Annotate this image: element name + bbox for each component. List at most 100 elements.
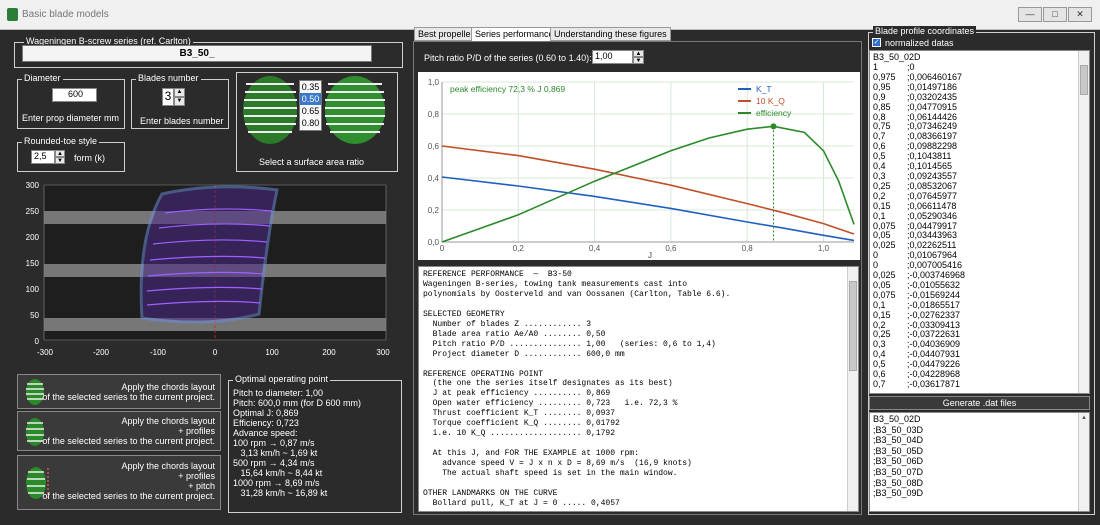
- apply-chords-profiles-pitch-button[interactable]: Apply the chords layout + profiles + pit…: [17, 455, 221, 510]
- area-ratio-option[interactable]: 0.35: [300, 81, 321, 93]
- performance-chart: 0 0,2 0,4 0,6 0,8 1,0 0,0 0,2 0,4 0,6 0,8 1,0 peak …: [418, 72, 860, 260]
- generated-file-item[interactable]: ;B3_50_09D: [873, 488, 1086, 499]
- area-ratio-option[interactable]: 0.80: [300, 117, 321, 129]
- chart-y-tick-label: 0,2: [428, 206, 440, 215]
- performance-report[interactable]: REFERENCE PERFORMANCE — B3-50 Wageningen…: [418, 266, 859, 512]
- chart-x-tick-label: 0,8: [742, 244, 754, 253]
- profile-group-label: Blade profile coordinates: [873, 26, 977, 36]
- operating-point-line: Pitch to diameter: 1,00: [233, 388, 324, 398]
- chart-peak-point: [770, 123, 777, 130]
- chart-y-tick-label: 0,6: [428, 142, 440, 151]
- rounded-toe-down-button[interactable]: ▼: [55, 157, 65, 164]
- operating-point-line: Pitch: 600,0 mm (for D 600 mm): [233, 398, 362, 408]
- pitch-ratio-input[interactable]: 1,00: [592, 50, 633, 64]
- chart-legend-label: efficiency: [756, 108, 792, 118]
- apply-button-line: of the selected series to the current pr…: [42, 491, 215, 501]
- generated-file-item[interactable]: ;B3_50_08D: [873, 478, 1086, 489]
- chart-legend-label: K_T: [756, 84, 772, 94]
- area-ratio-listbox[interactable]: 0.35 0.50 0.65 0.80: [299, 80, 322, 131]
- blade-plot-ytick: 100: [26, 285, 40, 294]
- operating-point-line: 100 rpm → 0,87 m/s: [233, 438, 315, 448]
- blade-plot-ytick: 150: [26, 259, 40, 268]
- normalized-checkbox[interactable]: ✓: [872, 38, 881, 47]
- blade-plot-xtick: -200: [93, 348, 110, 357]
- report-scrollbar[interactable]: [847, 267, 858, 511]
- blade-plot-xtick: -300: [37, 348, 54, 357]
- tab-best-propeller[interactable]: Best propeller: [414, 27, 478, 41]
- blade-plot-xtick: 200: [322, 348, 336, 357]
- profile-scrollbar[interactable]: [1078, 51, 1089, 393]
- operating-point-label: Optimal operating point: [233, 374, 331, 384]
- blades-group-label: Blades number: [136, 73, 201, 83]
- blades-up-button[interactable]: ▲: [174, 88, 185, 97]
- generated-file-item[interactable]: ;B3_50_07D: [873, 467, 1086, 478]
- generate-dat-files-button[interactable]: Generate .dat files: [869, 396, 1090, 410]
- rounded-toe-up-button[interactable]: ▲: [55, 150, 65, 157]
- report-text: REFERENCE PERFORMANCE — B3-50 Wageningen…: [423, 270, 731, 508]
- app-icon: [7, 8, 18, 21]
- pitch-ratio-up-button[interactable]: ▲: [633, 50, 644, 57]
- apply-button-line: + profiles: [178, 471, 215, 481]
- blade-plot-xtick: 0: [213, 348, 218, 357]
- apply-button-line: Apply the chords layout: [121, 416, 215, 426]
- area-ratio-option-selected[interactable]: 0.50: [300, 93, 321, 105]
- chart-y-tick-label: 1,0: [428, 78, 440, 87]
- blade-plot-xtick: 100: [265, 348, 279, 357]
- normalized-checkbox-label: normalized datas: [885, 38, 954, 48]
- profile-coordinates-list[interactable]: B3_50_02D 1 ;0 0,975 ;0,006460167 0,95 ;0,014…: [869, 50, 1090, 394]
- generated-file-item[interactable]: ;B3_50_03D: [873, 425, 1086, 436]
- diameter-group-label: Diameter: [22, 73, 63, 83]
- tab-series-performance[interactable]: Series performance: [471, 27, 558, 42]
- blade-plot-xtick: -100: [150, 348, 167, 357]
- chart-x-axis-label: J: [648, 251, 652, 260]
- rounded-toe-group-label: Rounded-toe style: [22, 136, 100, 146]
- chart-x-tick-label: 1,0: [818, 244, 830, 253]
- generated-files-list[interactable]: B3_50_02D ;B3_50_03D ;B3_50_04D ;B3_50_05D;…: [869, 412, 1090, 512]
- generated-file-item[interactable]: ;B3_50_06D: [873, 456, 1086, 467]
- apply-button-line: Apply the chords layout: [121, 382, 215, 392]
- operating-point-line: Optimal J: 0,869: [233, 408, 299, 418]
- rounded-toe-input[interactable]: 2,5: [31, 150, 55, 164]
- operating-point-values: Pitch to diameter: 1,00 Pitch: 600,0 mm …: [233, 388, 361, 498]
- chart-annotation: peak efficiency 72,3 % J 0,869: [450, 84, 565, 94]
- chart-x-tick-label: 0,2: [513, 244, 525, 253]
- generated-file-item[interactable]: ;B3_50_05D: [873, 446, 1086, 457]
- generated-file-item[interactable]: B3_50_02D: [873, 414, 1086, 425]
- chart-y-tick-label: 0,4: [428, 174, 440, 183]
- blade-stack-thumbnail: [243, 76, 297, 144]
- files-scrollbar[interactable]: ▲: [1078, 413, 1089, 511]
- tab-understanding-figures[interactable]: Understanding these figures: [550, 27, 671, 41]
- blades-input[interactable]: 3: [162, 88, 174, 106]
- operating-point-line: Advance speed:: [233, 428, 298, 438]
- apply-button-line: + pitch: [188, 481, 215, 491]
- profile-scroll-thumb[interactable]: [1080, 65, 1088, 95]
- apply-button-line: of the selected series to the current pr…: [42, 392, 215, 402]
- pitch-ratio-label: Pitch ratio P/D of the series (0.60 to 1…: [424, 53, 592, 63]
- profile-row: 0,7 ;-0,03617871: [873, 379, 961, 389]
- blade-plot-ytick: 50: [30, 311, 39, 320]
- chart-y-tick-label: 0,0: [428, 238, 440, 247]
- apply-button-line: Apply the chords layout: [121, 461, 215, 471]
- minimize-button[interactable]: —: [1018, 7, 1042, 22]
- apply-button-line: of the selected series to the current pr…: [42, 436, 215, 446]
- apply-chords-button[interactable]: Apply the chords layout of the selected …: [17, 374, 221, 409]
- apply-chords-profiles-button[interactable]: Apply the chords layout + profiles of th…: [17, 411, 221, 451]
- operating-point-line: 15,64 km/h ~ 8,44 kt: [233, 468, 323, 478]
- diameter-caption: Enter prop diameter mm: [22, 113, 120, 123]
- blade-plot-xtick: 300: [376, 348, 390, 357]
- close-button[interactable]: ✕: [1068, 7, 1092, 22]
- apply-button-line: + profiles: [178, 426, 215, 436]
- diameter-input[interactable]: 600: [52, 88, 97, 102]
- blade-plot-ytick: 250: [26, 207, 40, 216]
- area-ratio-option[interactable]: 0.65: [300, 105, 321, 117]
- area-ratio-caption: Select a surface area ratio: [259, 157, 365, 167]
- operating-point-line: 31,28 km/h ~ 16,89 kt: [233, 488, 328, 498]
- blades-down-button[interactable]: ▼: [174, 97, 185, 106]
- maximize-button[interactable]: □: [1043, 7, 1067, 22]
- report-scroll-thumb[interactable]: [849, 281, 857, 371]
- generated-file-item[interactable]: ;B3_50_04D: [873, 435, 1086, 446]
- pitch-ratio-down-button[interactable]: ▼: [633, 57, 644, 64]
- operating-point-line: 500 rpm → 4,34 m/s: [233, 458, 315, 468]
- blade-stack-thumbnail-2: [325, 76, 385, 144]
- series-name-field: B3_50_: [22, 45, 372, 62]
